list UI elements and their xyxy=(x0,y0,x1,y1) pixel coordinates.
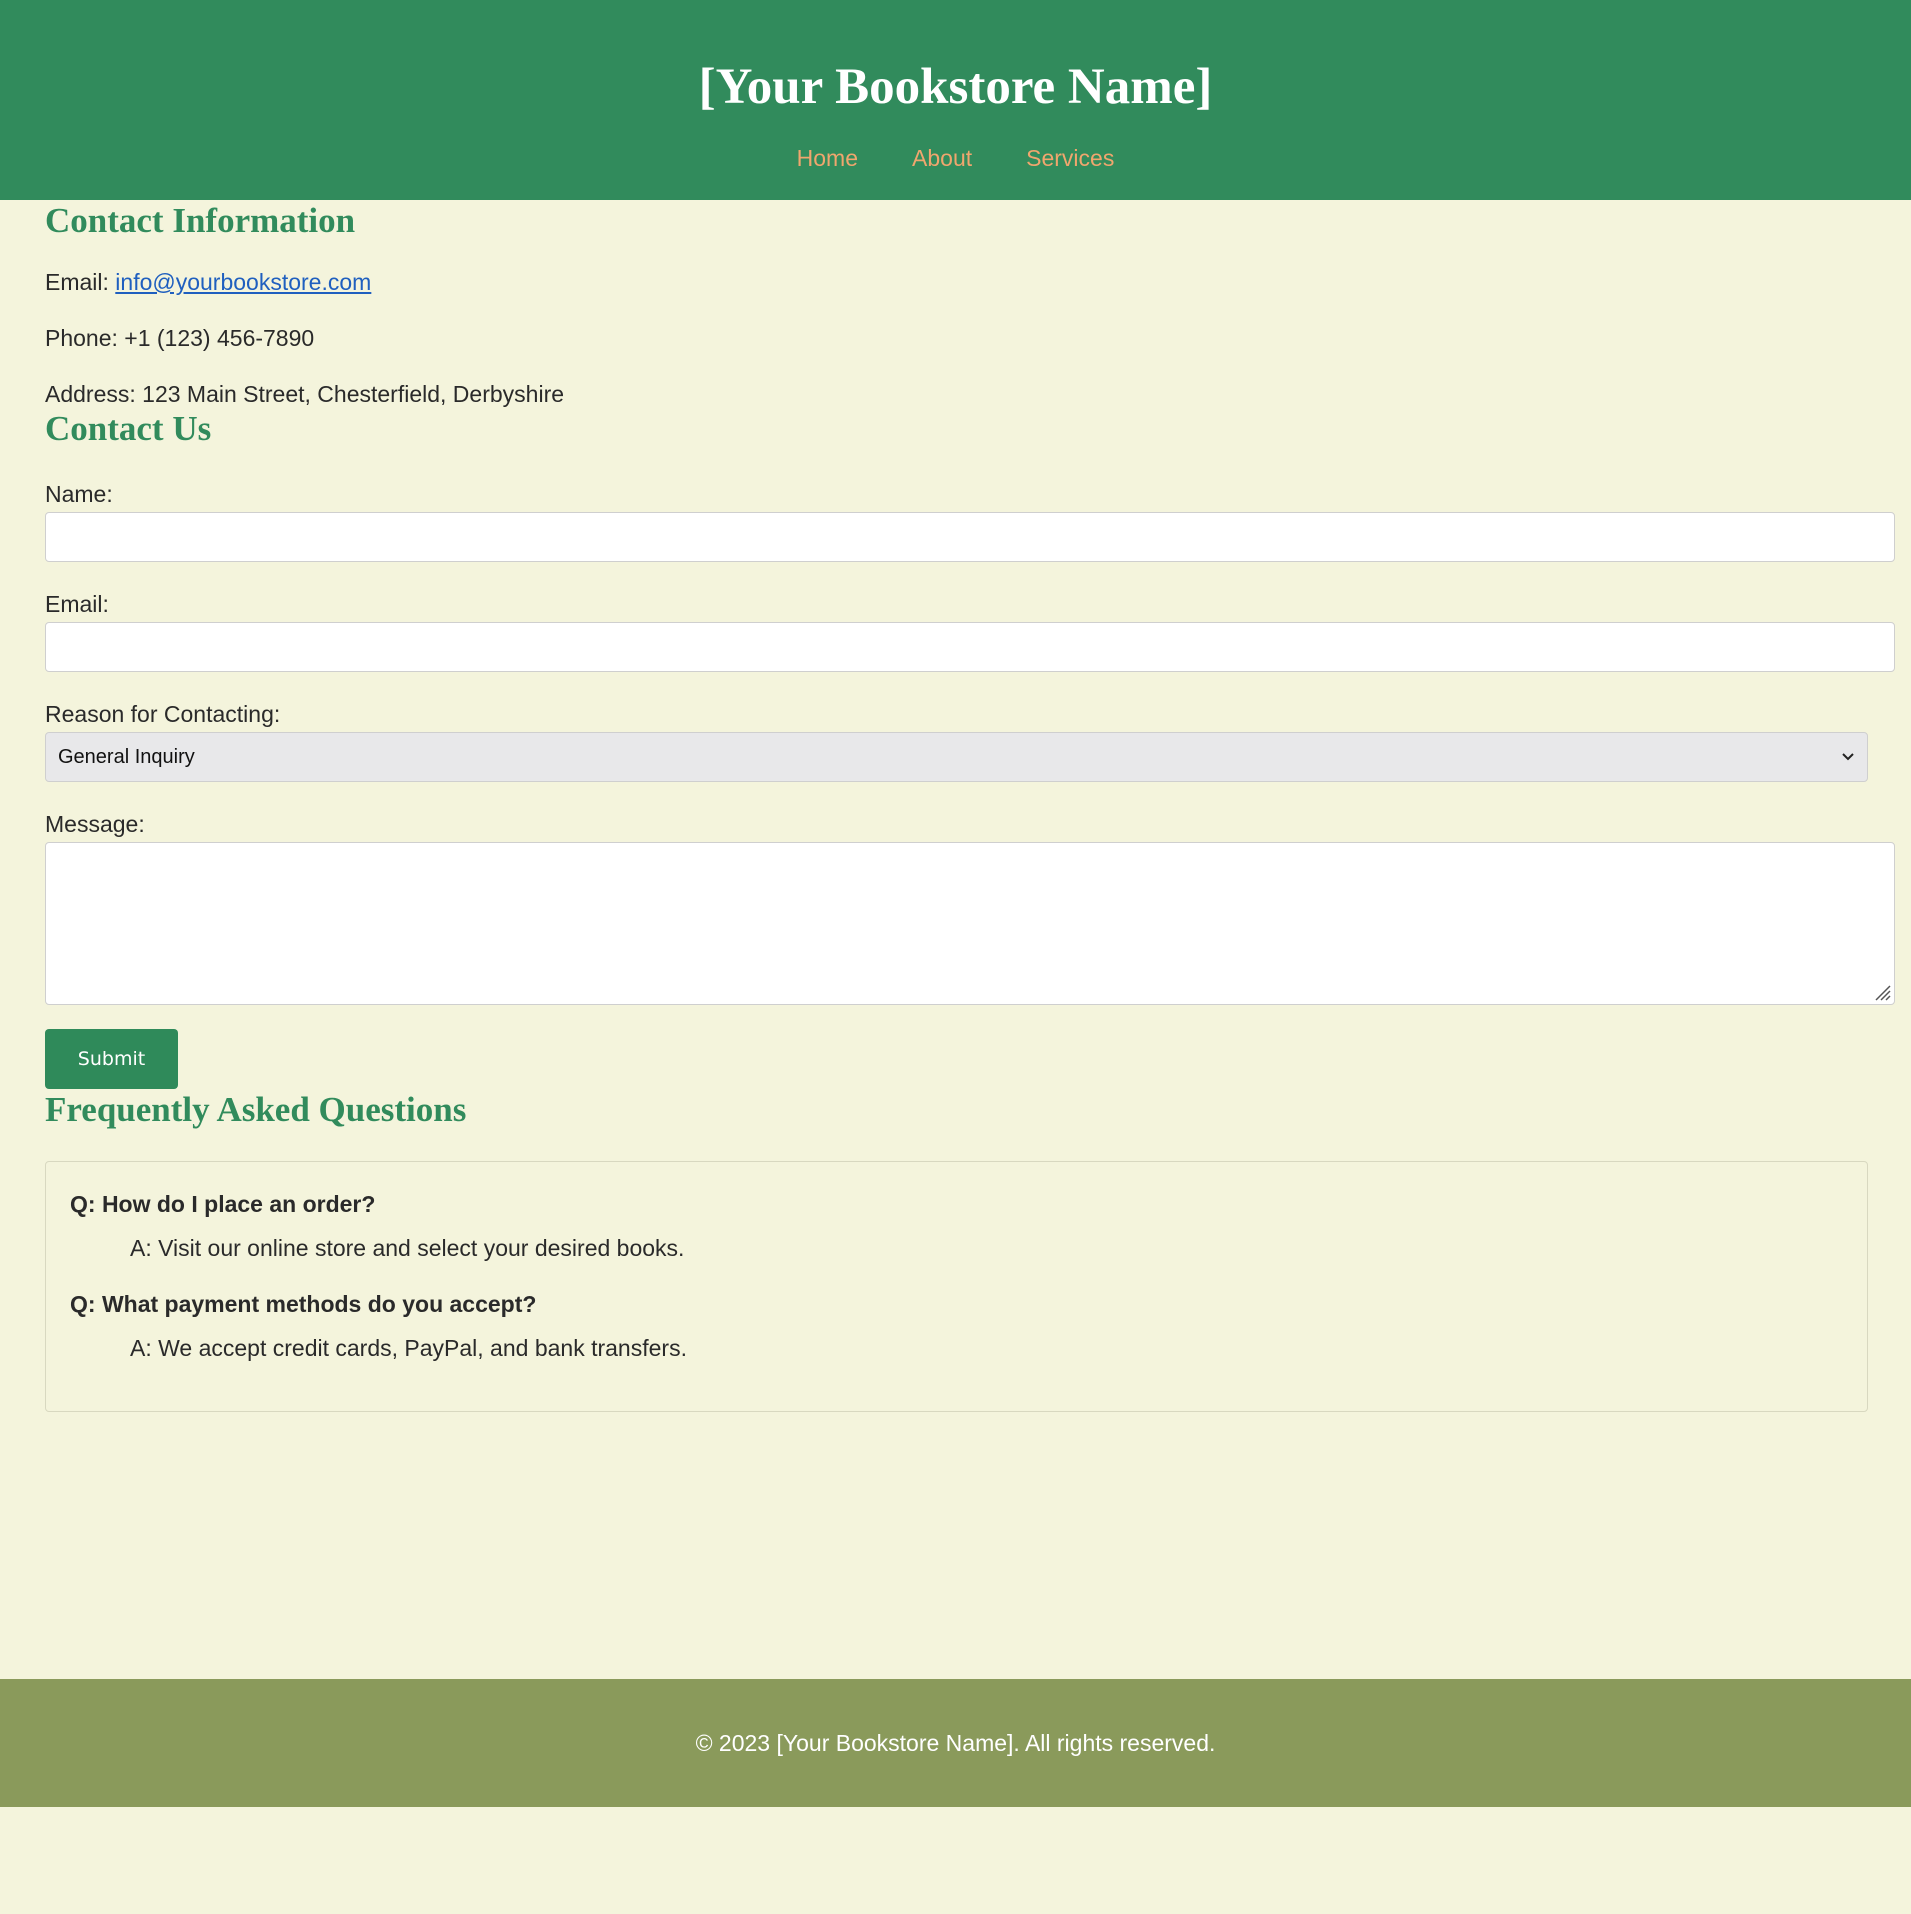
reason-label: Reason for Contacting: xyxy=(45,701,281,727)
email-label: Email: xyxy=(45,591,109,617)
email-input[interactable] xyxy=(45,622,1895,672)
faq-answer: A: We accept credit cards, PayPal, and b… xyxy=(130,1335,687,1361)
faq-section: Frequently Asked Questions Q: How do I p… xyxy=(45,1089,1868,1412)
faq-heading: Frequently Asked Questions xyxy=(45,1090,467,1129)
chevron-down-icon xyxy=(1842,753,1854,761)
reason-select[interactable]: General Inquiry xyxy=(45,732,1868,782)
contact-info-section: Contact Information Email: info@yourbook… xyxy=(45,200,1866,408)
main-content: Contact Information Email: info@yourbook… xyxy=(0,200,1911,1412)
nav-link-about[interactable]: About xyxy=(912,144,972,172)
contact-email-label: Email: xyxy=(45,269,109,295)
site-title: [Your Bookstore Name] xyxy=(698,59,1213,115)
nav-link-home[interactable]: Home xyxy=(797,144,858,172)
faq-item: Q: How do I place an order? A: Visit our… xyxy=(70,1190,1843,1262)
contact-email-link[interactable]: info@yourbookstore.com xyxy=(115,269,371,295)
nav-link-services[interactable]: Services xyxy=(1026,144,1114,172)
faq-question: Q: How do I place an order? xyxy=(70,1191,376,1217)
name-label: Name: xyxy=(45,481,113,507)
message-textarea[interactable] xyxy=(45,842,1895,1005)
contact-address-line: Address: 123 Main Street, Chesterfield, … xyxy=(45,381,565,407)
site-header: [Your Bookstore Name] Home About Service… xyxy=(0,0,1911,200)
contact-form-section: Contact Us Name: Email: Reason for Conta… xyxy=(45,408,1895,1089)
main-nav: Home About Services xyxy=(0,144,1911,172)
faq-question: Q: What payment methods do you accept? xyxy=(70,1291,537,1317)
contact-phone-line: Phone: +1 (123) 456-7890 xyxy=(45,325,315,351)
contact-info-heading: Contact Information xyxy=(45,201,356,240)
faq-item: Q: What payment methods do you accept? A… xyxy=(70,1290,1843,1362)
contact-form: Name: Email: Reason for Contacting: Gene… xyxy=(45,480,1895,1089)
contact-us-heading: Contact Us xyxy=(45,409,212,448)
faq-answer: A: Visit our online store and select you… xyxy=(130,1235,685,1261)
reason-select-value: General Inquiry xyxy=(58,745,195,768)
name-input[interactable] xyxy=(45,512,1895,562)
contact-email-line: Email: info@yourbookstore.com xyxy=(45,268,1866,296)
submit-button[interactable]: Submit xyxy=(45,1029,178,1089)
resize-handle-icon[interactable] xyxy=(1872,982,1892,1002)
faq-list: Q: How do I place an order? A: Visit our… xyxy=(45,1161,1868,1412)
site-footer: © 2023 [Your Bookstore Name]. All rights… xyxy=(0,1679,1911,1807)
message-label: Message: xyxy=(45,811,145,837)
footer-copyright: © 2023 [Your Bookstore Name]. All rights… xyxy=(695,1729,1216,1756)
